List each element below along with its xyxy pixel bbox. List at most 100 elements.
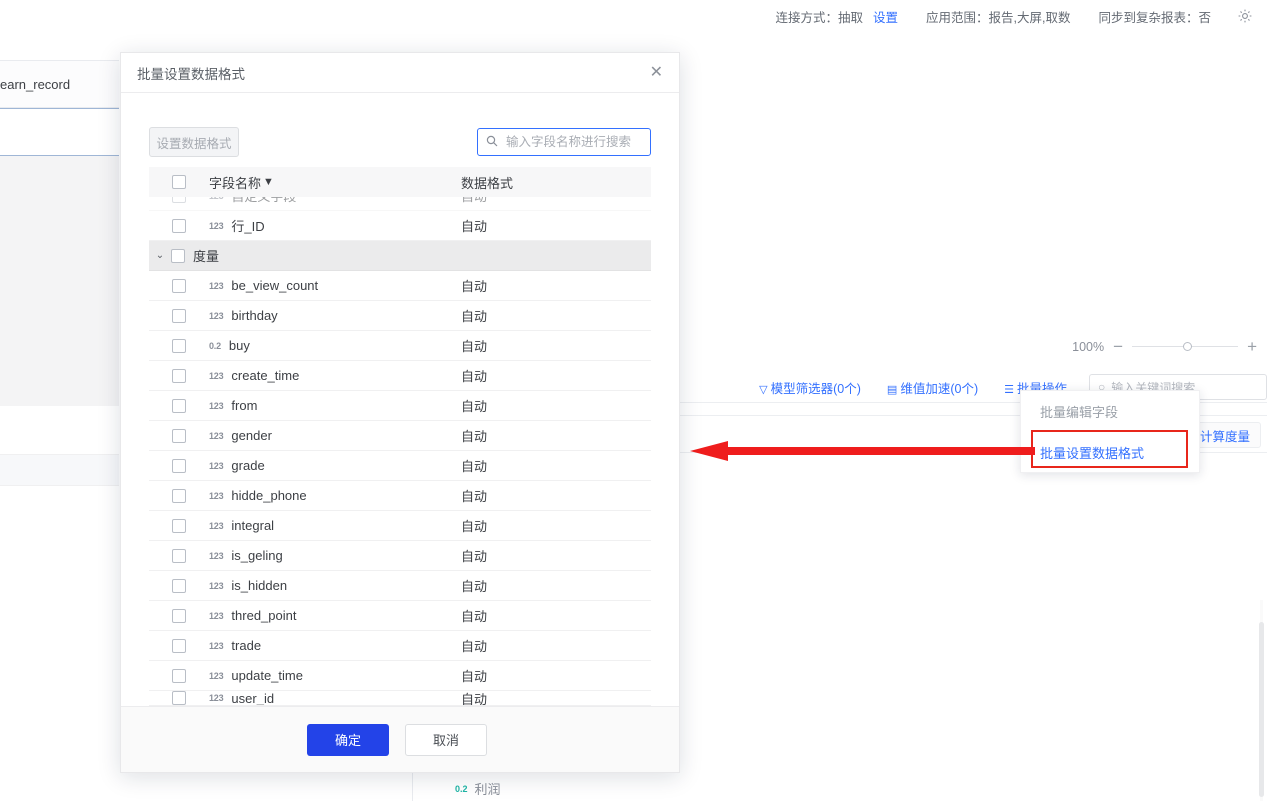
row-checkbox-cell [149,309,209,323]
confirm-button[interactable]: 确定 [307,724,389,756]
field-search-input[interactable] [504,134,642,150]
type-icon: 123 [209,197,223,201]
row-field-name-label: user_id [231,691,274,706]
select-all-checkbox[interactable] [172,175,186,189]
group-checkbox[interactable] [171,249,185,263]
dimension-accel-button[interactable]: ▤维值加速(0个) [887,378,978,397]
menu-item-batch-set-format[interactable]: 批量设置数据格式 [1021,432,1199,473]
table-row[interactable]: 0.2buy自动 [149,331,651,361]
table-row[interactable]: 123is_geling自动 [149,541,651,571]
type-icon: 123 [209,491,223,501]
page-scrollbar-thumb[interactable] [1259,622,1264,797]
type-icon: 123 [209,551,223,561]
row-checkbox[interactable] [172,549,186,563]
zoom-in-button[interactable]: + [1247,338,1257,355]
row-checkbox[interactable] [172,691,186,705]
row-checkbox[interactable] [172,197,186,203]
row-checkbox[interactable] [172,279,186,293]
row-checkbox[interactable] [172,609,186,623]
zoom-slider-track[interactable] [1132,346,1238,347]
row-field-name: 123hidde_phone [209,488,461,503]
type-icon: 123 [209,521,223,531]
decimal-type-icon: 0.2 [455,784,468,794]
select-all-cell [149,175,209,189]
annotation-arrow [690,440,1035,462]
filter-icon[interactable]: ▼ [263,176,274,188]
row-data-format: 自动 [461,456,651,475]
row-field-name: 123user_id [209,691,461,706]
row-field-name: 123from [209,398,461,413]
row-checkbox[interactable] [172,639,186,653]
table-row[interactable]: 123hidde_phone自动 [149,481,651,511]
row-checkbox-cell [149,429,209,443]
row-checkbox-cell [149,399,209,413]
row-field-name-label: from [231,398,257,413]
row-checkbox[interactable] [172,339,186,353]
row-field-name-label: 行_ID [231,216,264,235]
app-root: 连接方式：抽取 设置 应用范围：报告,大屏,取数 同步到复杂报表：否 earn_… [0,0,1267,801]
column-header-field-name: 字段名称 ▼ [209,173,461,192]
row-data-format: 自动 [461,336,651,355]
row-checkbox[interactable] [172,579,186,593]
chevron-down-icon[interactable]: ⌄ [149,250,171,261]
left-panel-strip [0,455,119,485]
row-field-name: 123grade [209,458,461,473]
table-row[interactable]: 123from自动 [149,391,651,421]
zoom-out-button[interactable]: − [1113,338,1123,355]
table-row[interactable]: 123thred_point自动 [149,601,651,631]
cancel-button[interactable]: 取消 [405,724,487,756]
row-checkbox-cell [149,339,209,353]
row-checkbox[interactable] [172,519,186,533]
left-panel-tab[interactable]: earn_record [0,60,119,108]
table-row[interactable]: 123gender自动 [149,421,651,451]
row-checkbox[interactable] [172,459,186,473]
row-field-name: 123integral [209,518,461,533]
row-checkbox[interactable] [172,489,186,503]
row-checkbox[interactable] [172,399,186,413]
close-icon[interactable]: ✕ [650,65,663,81]
apply-scope-label: 应用范围：报告,大屏,取数 [926,7,1070,26]
dialog-footer: 确定 取消 [121,706,679,772]
row-checkbox[interactable] [172,669,186,683]
field-search-box[interactable] [477,128,651,156]
row-data-format: 自动 [461,306,651,325]
row-checkbox[interactable] [172,429,186,443]
model-filter-button[interactable]: ▽模型筛选器(0个) [759,378,861,397]
zoom-slider-knob[interactable] [1183,342,1192,351]
row-field-name: 123is_geling [209,548,461,563]
table-row[interactable]: 123update_time自动 [149,661,651,691]
table-row[interactable]: 123create_time自动 [149,361,651,391]
dimension-accel-label: 维值加速(0个) [900,382,978,396]
row-field-name-label: is_hidden [231,578,287,593]
left-panel-spacer [0,406,119,454]
table-row[interactable]: 123自定义字段 自动 [149,197,651,211]
table-row[interactable]: 123be_view_count自动 [149,271,651,301]
table-row[interactable]: 123 行_ID 自动 [149,211,651,241]
row-checkbox[interactable] [172,219,186,233]
table-row[interactable]: 123trade自动 [149,631,651,661]
sync-complex-report-label: 同步到复杂报表：否 [1098,7,1211,26]
type-icon: 123 [209,461,223,471]
menu-item-batch-edit-fields[interactable]: 批量编辑字段 [1021,391,1199,432]
set-data-format-button[interactable]: 设置数据格式 [149,127,239,157]
type-icon: 123 [209,611,223,621]
type-icon: 123 [209,431,223,441]
table-row[interactable]: 123is_hidden自动 [149,571,651,601]
row-checkbox[interactable] [172,369,186,383]
row-data-format: 自动 [461,486,651,505]
row-checkbox-cell [149,459,209,473]
field-chip-label: 利润 [475,779,501,798]
table-row[interactable]: 123integral自动 [149,511,651,541]
settings-link[interactable]: 设置 [873,7,898,26]
group-row-measures[interactable]: ⌄ 度量 [149,241,651,271]
row-field-name-label: create_time [231,368,299,383]
partial-row-bottom[interactable]: 123user_id 自动 [149,691,651,706]
row-checkbox[interactable] [172,309,186,323]
field-chip-profit[interactable]: 0.2 利润 [455,779,501,798]
table-row[interactable]: 123grade自动 [149,451,651,481]
table-row[interactable]: 123birthday自动 [149,301,651,331]
gear-icon[interactable] [1237,8,1253,24]
dialog-header: 批量设置数据格式 ✕ [121,53,679,93]
row-field-name-label: buy [229,338,250,353]
row-field-name: 123自定义字段 [209,197,461,205]
